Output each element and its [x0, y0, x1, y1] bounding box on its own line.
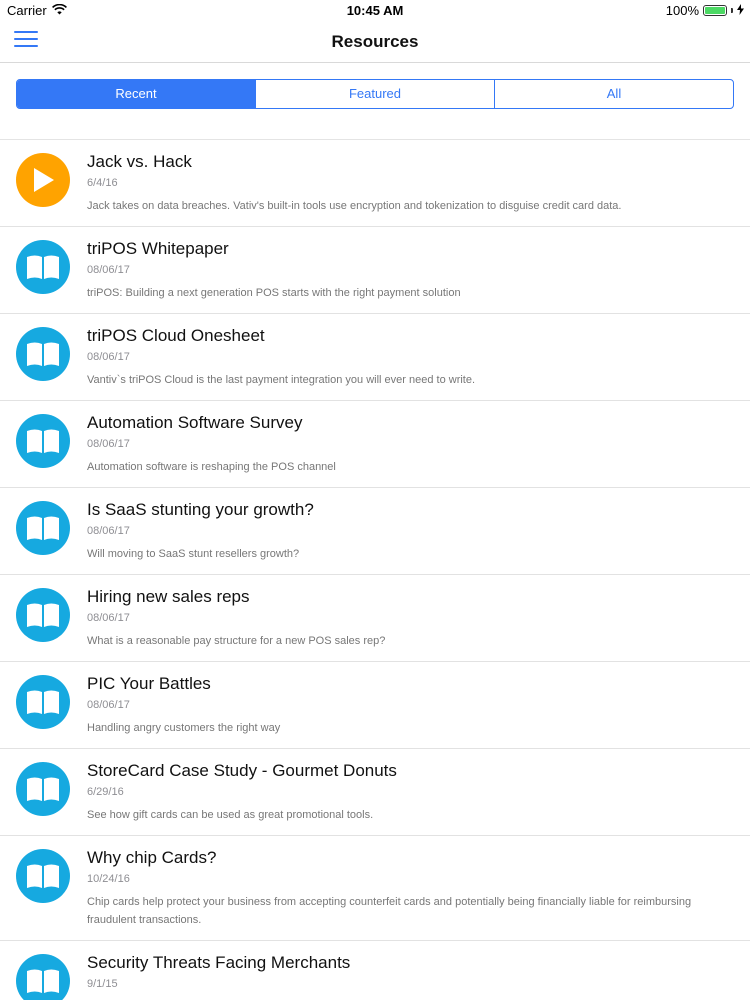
item-description: What is a reasonable pay structure for a…: [87, 635, 386, 647]
list-item[interactable]: Security Threats Facing Merchants9/1/15T…: [0, 941, 750, 1000]
item-title: Hiring new sales reps: [87, 587, 250, 606]
item-date: 08/06/17: [87, 438, 130, 450]
battery-percent: 100%: [665, 3, 699, 18]
list-item[interactable]: Automation Software Survey 08/06/17 Automa…: [0, 401, 750, 488]
charging-icon: [737, 3, 744, 18]
list-item[interactable]: PIC Your Battles 08/06/17 Handling angry c…: [0, 662, 750, 749]
item-date: 08/06/17: [87, 612, 130, 624]
book-icon: [16, 954, 70, 1000]
tab-featured[interactable]: Featured: [255, 80, 494, 108]
item-description: Jack takes on data breaches. Vativ's bui…: [87, 200, 622, 212]
item-title: Is SaaS stunting your growth?: [87, 500, 314, 519]
item-description: Automation software is reshaping the POS…: [87, 461, 336, 473]
list-item[interactable]: Jack vs. Hack 6/4/16 Jack takes on data br…: [0, 140, 750, 227]
item-title: Automation Software Survey: [87, 413, 303, 432]
list-item[interactable]: triPOS Whitepaper 08/06/17 triPOS: Buildin…: [0, 227, 750, 314]
item-description: Vantiv`s triPOS Cloud is the last paymen…: [87, 374, 476, 386]
battery-tip: [731, 8, 733, 13]
item-date: 6/4/16: [87, 177, 118, 189]
item-date: 6/29/16: [87, 786, 124, 798]
book-icon: [16, 849, 70, 903]
navigation-bar: Resources: [0, 20, 750, 63]
book-icon: [16, 588, 70, 642]
book-icon: [16, 414, 70, 468]
status-time: 10:45 AM: [346, 3, 404, 18]
status-bar: Carrier 10:45 AM 100%: [0, 0, 750, 20]
play-icon: [16, 153, 70, 207]
segmented-control: Recent Featured All: [16, 79, 734, 109]
item-description: triPOS: Building a next generation POS s…: [87, 287, 461, 299]
item-title: PIC Your Battles: [87, 674, 211, 693]
tab-all[interactable]: All: [494, 80, 733, 108]
page-title: Resources: [331, 32, 419, 51]
item-title: Security Threats Facing Merchants: [87, 953, 351, 972]
list-item[interactable]: Is SaaS stunting your growth? 08/06/17 Wil…: [0, 488, 750, 575]
book-icon: [16, 501, 70, 555]
item-date: 08/06/17: [87, 351, 130, 363]
status-right: 100%: [666, 3, 744, 18]
item-title: Why chip Cards?: [87, 848, 217, 867]
item-description: Chip cards help protect your business fr…: [87, 896, 692, 926]
book-icon: [16, 240, 70, 294]
item-date: 08/06/17: [87, 699, 130, 711]
list-item[interactable]: Hiring new sales reps 08/06/17 What is a r…: [0, 575, 750, 662]
item-title: StoreCard Case Study - Gourmet Donuts: [87, 761, 397, 780]
list-item[interactable]: triPOS Cloud Onesheet 08/06/17 Vantiv`s tr…: [0, 314, 750, 401]
filter-area: Recent Featured All: [0, 63, 750, 140]
book-icon: [16, 675, 70, 729]
list-item[interactable]: Why chip Cards? 10/24/16 Chip cards help p…: [0, 836, 750, 941]
list-item[interactable]: StoreCard Case Study - Gourmet Donuts 6/2…: [0, 749, 750, 836]
resource-list: Jack vs. Hack 6/4/16 Jack takes on data br…: [0, 140, 750, 1000]
book-icon: [16, 762, 70, 816]
item-description: See how gift cards can be used as great …: [87, 809, 374, 821]
item-date: 10/24/16: [87, 873, 130, 885]
battery-icon: [703, 5, 727, 16]
book-icon: [16, 327, 70, 381]
item-date: 08/06/17: [87, 264, 130, 276]
hamburger-menu-icon[interactable]: [14, 31, 40, 53]
item-title: triPOS Whitepaper: [87, 239, 229, 258]
item-title: Jack vs. Hack: [87, 152, 192, 171]
item-date: 08/06/17: [87, 525, 130, 537]
item-description: Handling angry customers the right way: [87, 722, 281, 734]
item-title: triPOS Cloud Onesheet: [87, 326, 265, 345]
item-date: 9/1/15: [87, 978, 118, 990]
item-description: Will moving to SaaS stunt resellers grow…: [87, 548, 300, 560]
tab-recent[interactable]: Recent: [17, 80, 255, 108]
